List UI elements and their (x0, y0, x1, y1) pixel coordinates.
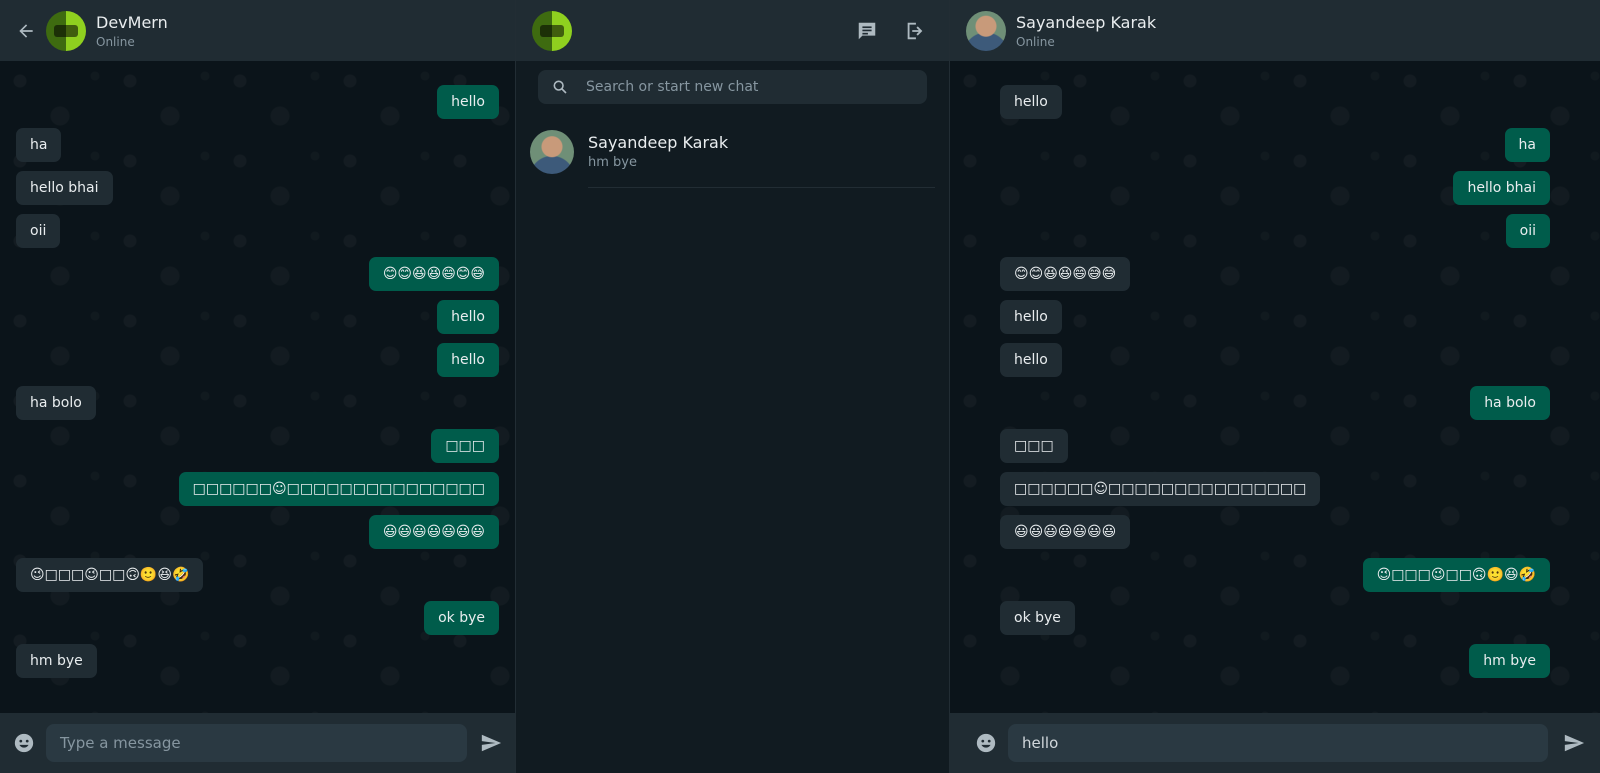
message-row: 😉□□□😉□□🙃🙂😆🤣 (0, 558, 515, 601)
input-value: hello (1022, 734, 1059, 752)
incoming-message-bubble[interactable]: 😉□□□😉□□🙃🙂😆🤣 (16, 558, 204, 592)
left-chat-header: DevMern Online (0, 0, 515, 61)
outgoing-message-bubble[interactable]: 😃😃😃😃😃😃😃 (368, 515, 499, 549)
incoming-message-bubble[interactable]: 😊😊😆😆😄😅😅 (1000, 257, 1131, 291)
message-row: hello (0, 85, 515, 128)
incoming-message-bubble[interactable]: hello (1000, 343, 1062, 377)
message-row: □□□□□□☺□□□□□□□□□□□□□□□ (950, 472, 1600, 515)
message-row: oii (950, 214, 1600, 257)
search-placeholder: Search or start new chat (586, 79, 759, 95)
message-row: hello (0, 300, 515, 343)
arrow-left-icon[interactable] (14, 19, 38, 43)
message-row: ok bye (950, 601, 1600, 644)
right-chat-pane: Sayandeep Karak Online hello ha hello bhai… (950, 0, 1600, 773)
incoming-message-bubble[interactable]: hello (1000, 300, 1062, 334)
app-root: DevMern Online hello ha hello bhai oii 😊😊😆😆😄… (0, 0, 1600, 773)
message-row: hm bye (0, 644, 515, 687)
message-row: hello bhai (0, 171, 515, 214)
incoming-message-bubble[interactable]: □□□□□□☺□□□□□□□□□□□□□□□ (1000, 472, 1321, 506)
chat-list-item[interactable]: Sayandeep Karak hm bye (516, 116, 949, 188)
message-row: □□□ (950, 429, 1600, 472)
left-chat-pane: DevMern Online hello ha hello bhai oii 😊😊😆😆😄… (0, 0, 516, 773)
search-input[interactable]: Search or start new chat (538, 70, 927, 104)
message-row: 😃😃😃😃😃😃😃 (0, 515, 515, 558)
incoming-message-bubble[interactable]: ha (16, 128, 62, 162)
message-list: hello ha hello bhai oii 😊😊😆😆😄😅😅 hello hello ha … (950, 61, 1600, 713)
outgoing-message-bubble[interactable]: hello (437, 300, 499, 334)
outgoing-message-bubble[interactable]: □□□ (431, 429, 499, 463)
chat-name: Sayandeep Karak (588, 133, 729, 152)
message-row: hello (950, 85, 1600, 128)
emoji-icon[interactable] (12, 731, 36, 755)
outgoing-message-bubble[interactable]: ok bye (424, 601, 499, 635)
message-row: 😊😊😆😆😄😊😅 (0, 257, 515, 300)
contact-name: Sayandeep Karak (1016, 12, 1157, 32)
search-bar: Search or start new chat (516, 61, 949, 113)
message-list: hello ha hello bhai oii 😊😊😆😆😄😊😅 hello hello ha … (0, 61, 515, 713)
outgoing-message-bubble[interactable]: hm bye (1469, 644, 1550, 678)
incoming-message-bubble[interactable]: □□□ (1000, 429, 1068, 463)
emoji-icon[interactable] (974, 731, 998, 755)
search-icon (552, 79, 568, 95)
message-row: hello (950, 343, 1600, 386)
send-icon[interactable] (477, 729, 505, 757)
message-row: ha (950, 128, 1600, 171)
message-row: hello (0, 343, 515, 386)
chat-last-message: hm bye (588, 155, 637, 170)
message-row: 😉□□□😉□□🙃🙂😆🤣 (950, 558, 1600, 601)
sidebar-header (516, 0, 949, 61)
message-row: hello bhai (950, 171, 1600, 214)
incoming-message-bubble[interactable]: oii (16, 214, 61, 248)
incoming-message-bubble[interactable]: hello bhai (16, 171, 113, 205)
incoming-message-bubble[interactable]: ok bye (1000, 601, 1075, 635)
message-row: ha (0, 128, 515, 171)
incoming-message-bubble[interactable]: hello (1000, 85, 1062, 119)
message-row: ha bolo (0, 386, 515, 429)
right-chat-header: Sayandeep Karak Online (950, 0, 1600, 61)
outgoing-message-bubble[interactable]: ha bolo (1470, 386, 1550, 420)
message-row: hello (950, 300, 1600, 343)
message-row: hm bye (950, 644, 1600, 687)
avatar[interactable] (966, 10, 1006, 51)
message-row: 😃😃😃😃😃😃😃 (950, 515, 1600, 558)
chat-list-sidebar: Search or start new chat Sayandeep Karak… (516, 0, 950, 773)
message-row: ok bye (0, 601, 515, 644)
contact-status: Online (96, 34, 135, 49)
message-row: 😊😊😆😆😄😅😅 (950, 257, 1600, 300)
outgoing-message-bubble[interactable]: 😊😊😆😆😄😊😅 (368, 257, 499, 291)
message-composer: Type a message (0, 713, 515, 773)
incoming-message-bubble[interactable]: hm bye (16, 644, 97, 678)
incoming-message-bubble[interactable]: 😃😃😃😃😃😃😃 (1000, 515, 1131, 549)
message-row: □□□□□□☺□□□□□□□□□□□□□□□ (0, 472, 515, 515)
input-placeholder: Type a message (60, 734, 181, 752)
incoming-message-bubble[interactable]: ha bolo (16, 386, 96, 420)
outgoing-message-bubble[interactable]: hello (437, 85, 499, 119)
avatar[interactable] (532, 10, 572, 51)
message-row: oii (0, 214, 515, 257)
outgoing-message-bubble[interactable]: □□□□□□☺□□□□□□□□□□□□□□□ (178, 472, 499, 506)
new-chat-icon[interactable] (853, 17, 881, 45)
outgoing-message-bubble[interactable]: oii (1505, 214, 1550, 248)
message-input[interactable]: hello (1008, 724, 1548, 762)
message-row: □□□ (0, 429, 515, 472)
outgoing-message-bubble[interactable]: hello bhai (1453, 171, 1550, 205)
avatar (530, 130, 574, 174)
outgoing-message-bubble[interactable]: 😉□□□😉□□🙃🙂😆🤣 (1362, 558, 1550, 592)
message-row: ha bolo (950, 386, 1600, 429)
contact-name: DevMern (96, 12, 168, 32)
avatar[interactable] (46, 10, 86, 51)
outgoing-message-bubble[interactable]: ha (1504, 128, 1550, 162)
message-area: hello ha hello bhai oii 😊😊😆😆😄😊😅 hello hello ha … (0, 61, 515, 713)
logout-icon[interactable] (901, 17, 929, 45)
message-composer: hello (950, 713, 1600, 773)
outgoing-message-bubble[interactable]: hello (437, 343, 499, 377)
message-input[interactable]: Type a message (46, 724, 467, 762)
send-icon[interactable] (1560, 729, 1588, 757)
message-area: hello ha hello bhai oii 😊😊😆😆😄😅😅 hello hello ha … (950, 61, 1600, 713)
contact-status: Online (1016, 34, 1055, 49)
